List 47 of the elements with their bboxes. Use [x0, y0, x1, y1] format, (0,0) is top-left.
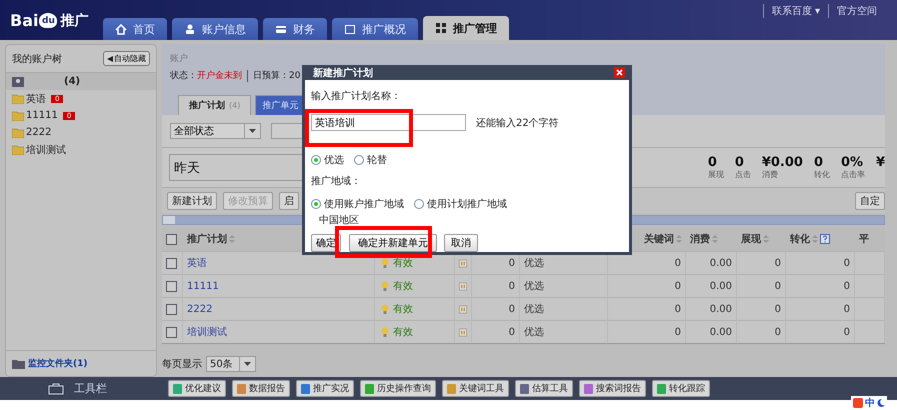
- account-label: 账户: [170, 52, 188, 65]
- stat-label: 消费: [762, 168, 778, 180]
- table-cell: 0: [737, 251, 786, 274]
- table-cell: 0.00: [686, 297, 737, 320]
- stat-value: 0: [814, 156, 823, 168]
- region-note: 中国地区: [319, 214, 359, 227]
- table-cell: 0: [786, 297, 855, 320]
- table-cell: 0: [737, 297, 786, 320]
- stat-label: 展现: [708, 168, 724, 180]
- table-cell: 0: [737, 274, 786, 297]
- table-cell: 0: [608, 297, 686, 320]
- panel-title: 我的账户树: [12, 52, 62, 66]
- table-cell: 0.00: [686, 320, 737, 343]
- table-cell: 0: [472, 320, 520, 343]
- stat-label: 点击: [734, 168, 751, 180]
- stat-label: 转化: [814, 168, 830, 180]
- field-label: 推广地域：: [311, 174, 361, 188]
- table-cell: 0: [786, 251, 855, 274]
- status-text: 有效: [393, 326, 413, 339]
- status-text: 有效: [393, 280, 413, 293]
- stat-value: 0: [734, 156, 744, 168]
- table-cell: 优选: [520, 274, 608, 297]
- stat-value: 0%: [840, 156, 864, 168]
- stat-value: ¥0.00: [762, 156, 803, 168]
- table-cell: 优选: [520, 320, 608, 343]
- table-cell: 0: [472, 297, 520, 320]
- status-text: 有效: [393, 303, 413, 316]
- field-label: 输入推广计划名称：: [311, 90, 401, 103]
- status-text: 状态：开户金未到: [170, 70, 242, 82]
- stat-value: 0: [708, 156, 717, 168]
- table-cell: 0: [737, 320, 786, 343]
- table-cell: 0: [472, 274, 520, 297]
- table-cell: 0: [786, 274, 855, 297]
- toolbar-title: 工具栏: [74, 381, 108, 396]
- table-cell: 0.00: [686, 274, 737, 297]
- table-cell: 0.00: [686, 251, 737, 274]
- budget-text: 日预算：20: [253, 70, 300, 82]
- page-size-label: 每页显示: [162, 358, 202, 371]
- table-cell: 优选: [520, 297, 608, 320]
- table-cell: 0: [786, 320, 855, 343]
- status-text: 有效: [393, 257, 413, 270]
- table-cell: 0: [608, 274, 686, 297]
- stat-label: 点击率: [840, 168, 865, 180]
- char-count-hint: 还能输入22个字符: [476, 116, 559, 130]
- table-cell: 0: [608, 320, 686, 343]
- dialog-title: 新建推广计划: [313, 66, 373, 80]
- stat-value: ¥: [876, 156, 885, 168]
